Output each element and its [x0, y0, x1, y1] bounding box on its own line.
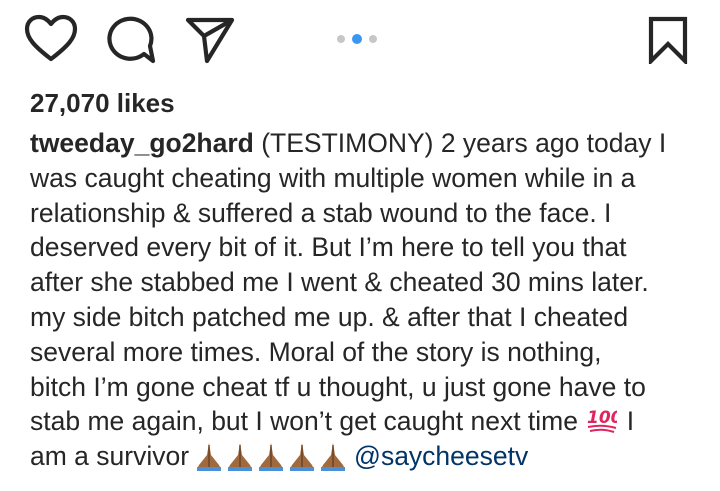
post-caption: tweeday_go2hard (TESTIMONY) 2 years ago … [30, 126, 710, 480]
carousel-indicator [337, 34, 377, 44]
heart-icon[interactable] [24, 14, 78, 64]
praying-hands-emoji-group [195, 441, 350, 480]
caption-line: relationship & suffered a stab wound to … [30, 197, 612, 228]
post-action-bar [0, 0, 720, 82]
praying-hands-icon [259, 443, 284, 472]
caption-line: am a survivor @saycheesetv [30, 439, 710, 480]
caption-text: I [626, 406, 635, 437]
comment-bubble-icon[interactable] [107, 14, 157, 66]
praying-hands-icon [228, 443, 253, 472]
carousel-dot[interactable] [369, 35, 377, 43]
caption-line: my side bitch patched me up. & after tha… [30, 301, 629, 332]
caption-line: was caught cheating with multiple women … [30, 162, 636, 193]
caption-text: stab me again, but I won’t get caught ne… [30, 406, 578, 437]
caption-line: tweeday_go2hard (TESTIMONY) 2 years ago … [30, 126, 710, 161]
mention-link[interactable]: @saycheesetv [354, 441, 528, 471]
like-count[interactable]: 27,070 likes [30, 87, 175, 119]
praying-hands-icon [197, 443, 222, 472]
username-link[interactable]: tweeday_go2hard [30, 128, 254, 158]
caption-line: bitch I’m gone cheat tf u thought, u jus… [30, 371, 646, 402]
caption-text: am a survivor [30, 441, 190, 472]
caption-line: stab me again, but I won’t get caught ne… [30, 404, 710, 439]
praying-hands-icon [290, 443, 315, 472]
caption-line: several more times. Moral of the story i… [30, 336, 602, 367]
caption-text: (TESTIMONY) 2 years ago today I [261, 128, 667, 158]
bookmark-icon[interactable] [647, 16, 689, 64]
paper-plane-icon[interactable] [184, 15, 236, 65]
caption-line: after she stabbed me I went & cheated 30… [30, 267, 649, 298]
hundred-points-icon: 100 [587, 408, 617, 434]
carousel-dot-active[interactable] [352, 34, 362, 44]
carousel-dot[interactable] [337, 35, 345, 43]
praying-hands-icon [321, 443, 346, 472]
caption-line: deserved every bit of it. But I’m here t… [30, 232, 627, 263]
